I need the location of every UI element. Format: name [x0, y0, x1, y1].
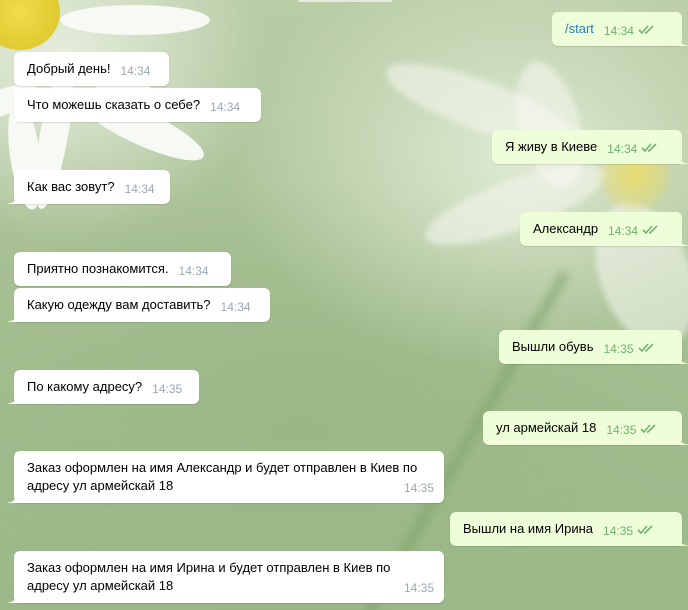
message-text: Какую одежду вам доставить? [27, 297, 211, 312]
outgoing-message[interactable]: Александр 14:34 [520, 212, 688, 246]
message-text: Добрый день! [27, 61, 111, 76]
incoming-message[interactable]: Какую одежду вам доставить? 14:34 [8, 288, 270, 322]
outgoing-message[interactable]: /start 14:34 [552, 12, 688, 46]
message-text: Приятно познакомится. [27, 261, 169, 276]
message-text: По какому адресу? [27, 379, 143, 394]
message-time: 14:34 [608, 224, 639, 238]
outgoing-message[interactable]: Вышли обувь 14:35 [499, 330, 688, 364]
incoming-message[interactable]: Что можешь сказать о себе? 14:34 [8, 88, 261, 122]
message-text: Как вас зовут? [27, 179, 115, 194]
message-time: 14:35 [603, 342, 634, 356]
message-text[interactable]: /start [565, 21, 594, 36]
daisy-petal [60, 5, 210, 35]
message-time: 14:34 [220, 300, 251, 314]
scroll-indicator[interactable] [298, 0, 392, 2]
message-time: 14:34 [210, 100, 241, 114]
message-time: 14:35 [152, 382, 183, 396]
message-time: 14:34 [120, 64, 151, 78]
message-time: 14:34 [607, 142, 638, 156]
message-time: 14:35 [403, 481, 434, 495]
message-time: 14:35 [606, 423, 637, 437]
incoming-message[interactable]: Добрый день! 14:34 [14, 52, 169, 86]
incoming-message[interactable]: Заказ оформлен на имя Ирина и будет отпр… [8, 551, 444, 603]
message-time: 14:34 [178, 264, 209, 278]
incoming-message[interactable]: По какому адресу? 14:35 [8, 370, 199, 404]
message-time: 14:35 [403, 581, 434, 595]
double-check-icon [637, 525, 653, 535]
message-text: ул армейскай 18 [496, 420, 597, 435]
incoming-message[interactable]: Как вас зовут? 14:34 [8, 170, 170, 204]
message-text: Александр [533, 221, 599, 236]
message-text: Вышли на имя Ирина [463, 521, 594, 536]
daisy-center [0, 0, 60, 50]
outgoing-message[interactable]: ул армейскай 18 14:35 [483, 411, 688, 445]
message-text: Я живу в Киеве [505, 139, 598, 154]
message-text: Что можешь сказать о себе? [27, 97, 201, 112]
double-check-icon [642, 225, 658, 235]
message-time: 14:34 [124, 182, 155, 196]
incoming-message[interactable]: Заказ оформлен на имя Александр и будет … [8, 451, 444, 503]
message-text: Заказ оформлен на имя Александр и будет … [27, 460, 418, 493]
double-check-icon [641, 143, 657, 153]
double-check-icon [640, 424, 656, 434]
outgoing-message[interactable]: Я живу в Киеве 14:34 [492, 130, 688, 164]
message-text: Заказ оформлен на имя Ирина и будет отпр… [27, 560, 391, 593]
message-time: 14:35 [603, 524, 634, 538]
incoming-message[interactable]: Приятно познакомится. 14:34 [14, 252, 231, 286]
message-text: Вышли обувь [512, 339, 594, 354]
double-check-icon [638, 25, 654, 35]
double-check-icon [637, 343, 654, 353]
outgoing-message[interactable]: Вышли на имя Ирина 14:35 [450, 512, 688, 546]
message-time: 14:34 [603, 24, 634, 38]
